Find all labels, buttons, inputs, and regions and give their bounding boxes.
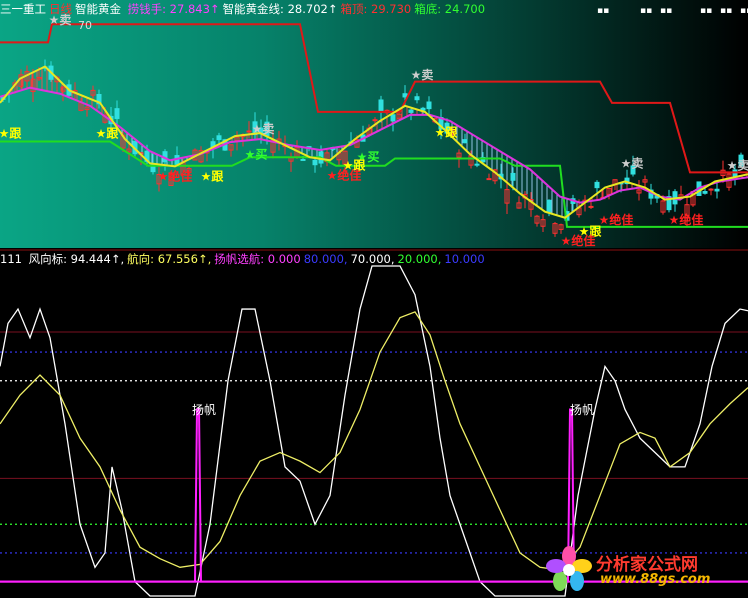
signal-marker: ★绝佳 bbox=[561, 233, 596, 248]
signal-marker: ★卖 bbox=[621, 156, 644, 171]
sub-level-1: 70.000, bbox=[350, 252, 395, 266]
sub-header-items: 风向标: 94.444↑, 航向: 67.556↑, 扬帆选航: 0.000 80.0… bbox=[29, 252, 488, 266]
signal-marker: ★绝佳 bbox=[599, 212, 634, 227]
signal-marker: ★跟 bbox=[96, 126, 120, 140]
sub-level-0: 80.000, bbox=[303, 252, 348, 266]
candle-body bbox=[414, 96, 420, 101]
top-mark: ▪▪ bbox=[640, 6, 652, 16]
candle-body bbox=[462, 139, 468, 144]
watermark: 分析家公式网 www.88gs.com bbox=[544, 544, 744, 594]
stock-name[interactable]: 三一重工 bbox=[0, 2, 46, 16]
main-header-items: 捞钱手: 27.843↑ 智能黄金线: 28.702↑ 箱顶: 29.730 箱底: … bbox=[128, 2, 488, 16]
top-mark: ▪▪ bbox=[597, 6, 609, 16]
signal-marker: ★卖 bbox=[252, 121, 275, 136]
top-mark: ▪▪ bbox=[740, 6, 748, 16]
main-header-item-0: 捞钱手: 27.843↑ bbox=[127, 2, 220, 16]
period-label[interactable]: 日线 bbox=[49, 2, 72, 16]
candle-body bbox=[216, 135, 222, 141]
candle-body bbox=[702, 191, 708, 194]
candle-body bbox=[402, 93, 408, 98]
top-mark: ▪▪ bbox=[660, 6, 672, 16]
main-header-item-1: 智能黄金线: 28.702↑ bbox=[222, 2, 338, 16]
candle-body bbox=[246, 130, 252, 133]
signal-marker: ★跟 bbox=[435, 126, 459, 140]
signal-marker: ★买 bbox=[245, 147, 268, 161]
candle-body bbox=[408, 109, 414, 113]
candle-body bbox=[300, 158, 306, 161]
indicator-name[interactable]: 智能黄金 bbox=[75, 2, 121, 16]
candle-body bbox=[708, 188, 714, 191]
candle-body bbox=[546, 199, 552, 213]
signal-marker: ★卖 bbox=[727, 157, 748, 172]
signal-marker: ★绝佳 bbox=[158, 168, 193, 183]
sub-header: 111 风向标: 94.444↑, 航向: 67.556↑, 扬帆选航: 0.000… bbox=[0, 251, 491, 267]
watermark-url: www.88gs.com bbox=[600, 572, 711, 587]
candle-body bbox=[714, 188, 720, 192]
signal-marker: ★绝佳 bbox=[669, 212, 704, 227]
candle-body bbox=[378, 99, 384, 113]
sail-annotation: 扬帆 bbox=[192, 402, 216, 417]
candle-body bbox=[114, 108, 120, 119]
candle-body bbox=[588, 205, 594, 208]
main-header-item-2: 箱顶: 29.730 bbox=[340, 2, 412, 16]
sub-prefix: 111 bbox=[0, 252, 22, 266]
candle-body bbox=[372, 119, 378, 122]
main-header-item-3: 箱底: 24.700 bbox=[414, 2, 486, 16]
chart-stage: 70★卖★跟 ★跟 ★卖★买★绝佳 ★跟★卖★跟★买★跟★绝佳★卖★绝佳 ★绝佳★跟★绝… bbox=[0, 0, 748, 598]
price-label: 70 bbox=[78, 19, 92, 32]
signal-marker: ★跟 bbox=[0, 126, 22, 140]
top-mark: ▪▪ bbox=[720, 6, 732, 16]
candle-body bbox=[312, 159, 318, 166]
candle-body bbox=[510, 172, 516, 181]
candle-body bbox=[390, 114, 396, 122]
sub-level-2: 20.000, bbox=[397, 252, 442, 266]
candle-body bbox=[594, 181, 600, 189]
sub-header-item-2: 扬帆选航: 0.000 bbox=[214, 252, 301, 266]
candle-body bbox=[486, 178, 492, 181]
sub-level-3: 10.000 bbox=[444, 252, 485, 266]
candle-body bbox=[420, 107, 426, 111]
signal-marker: ★跟 bbox=[201, 169, 225, 183]
signal-marker: ★绝佳 bbox=[327, 168, 362, 183]
candle-body bbox=[474, 163, 480, 166]
main-header: 三一重工 日线 智能黄金 捞钱手: 27.843↑ 智能黄金线: 28.702↑ 箱顶:… bbox=[0, 1, 491, 17]
sub-header-item-1: 航向: 67.556↑, bbox=[127, 252, 212, 266]
signal-marker: ★卖 bbox=[411, 67, 434, 82]
candle-body bbox=[426, 101, 432, 110]
top-mark: ▪▪ bbox=[700, 6, 712, 16]
sub-header-item-0: 风向标: 94.444↑, bbox=[28, 252, 125, 266]
flower-logo-icon bbox=[546, 546, 592, 591]
sail-annotation: 扬帆 bbox=[570, 402, 594, 417]
